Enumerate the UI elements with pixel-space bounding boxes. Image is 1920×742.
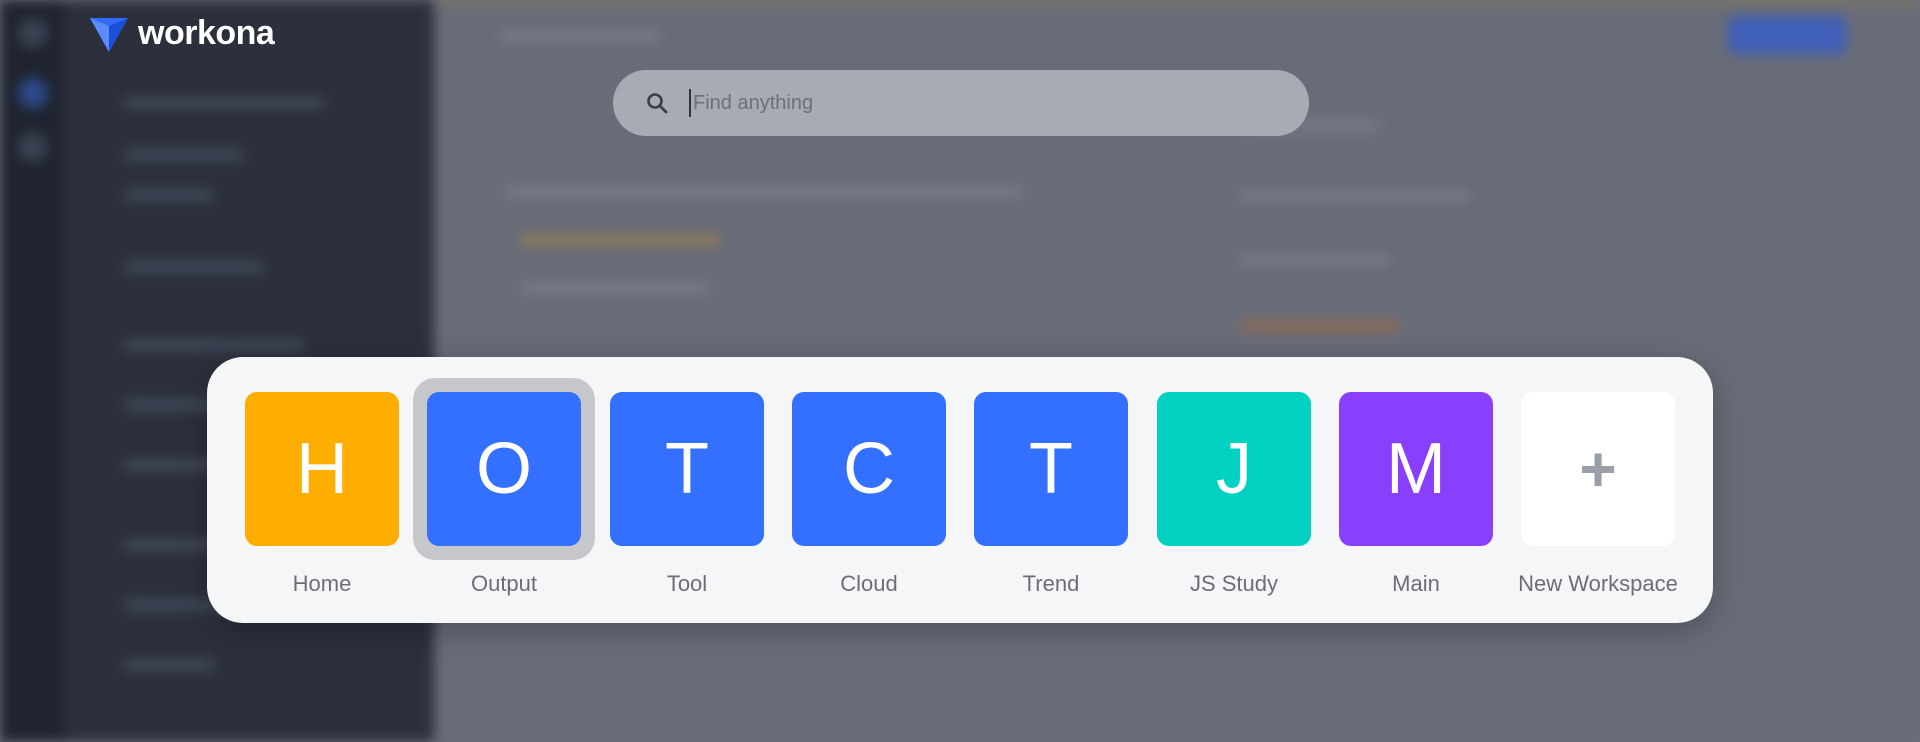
workspace-trend[interactable]: T Trend [971,357,1131,623]
workspace-tile[interactable]: T [974,392,1128,546]
new-workspace-label: New Workspace [1518,571,1678,596]
workspace-tool[interactable]: T Tool [607,357,767,623]
search-bar[interactable] [613,70,1309,136]
workspace-main[interactable]: M Main [1336,357,1496,623]
workspace-js-study[interactable]: J JS Study [1154,357,1314,623]
workona-logo-icon [90,18,128,52]
workspace-label: Home [292,571,352,596]
workspace-tile[interactable]: M [1339,392,1493,546]
workspace-label: Cloud [840,571,898,596]
workspace-tile[interactable]: J [1157,392,1311,546]
app-name: workona [138,13,275,52]
new-workspace-button[interactable]: + [1521,392,1675,546]
workspace-tile[interactable]: O [427,392,581,546]
workspace-home[interactable]: H Home [242,357,402,623]
workspace-tile[interactable]: H [245,392,399,546]
workspace-output[interactable]: O Output [413,357,595,623]
workspace-label: JS Study [1189,571,1279,596]
workspace-switcher: H Home O Output T Tool C Cloud T Trend J… [207,357,1713,623]
workspace-cloud[interactable]: C Cloud [789,357,949,623]
background-rail [0,0,64,742]
new-workspace[interactable]: + New Workspace [1518,357,1678,623]
workspace-label: Tool [666,571,708,596]
workspace-label: Main [1392,571,1440,596]
workspace-tile[interactable]: T [610,392,764,546]
search-icon [643,89,671,117]
search-input[interactable] [689,89,1255,117]
workspace-label: Trend [1022,571,1080,596]
workona-logo: workona [88,12,275,54]
workspace-tile[interactable]: C [792,392,946,546]
workspace-label: Output [470,571,538,596]
